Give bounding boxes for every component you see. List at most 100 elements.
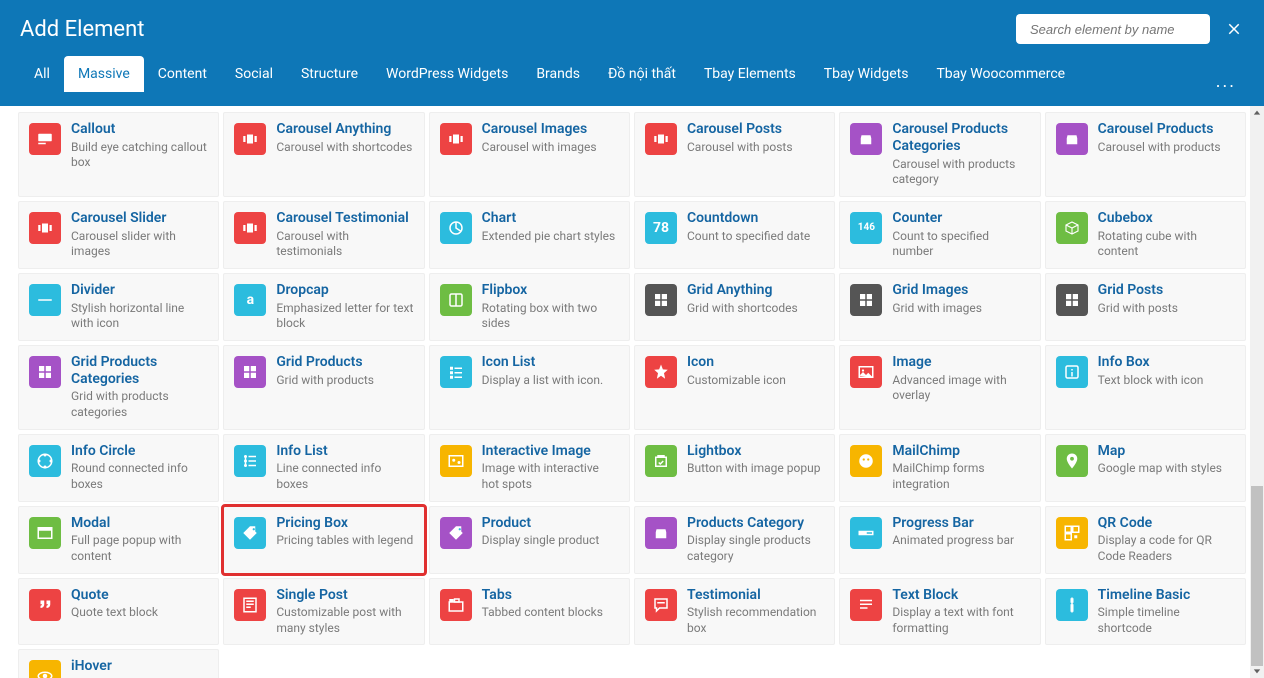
element-desc: Carousel slider with images [71, 229, 208, 260]
element-desc: Display a text with font formatting [892, 605, 1029, 636]
search-input[interactable] [1030, 22, 1208, 37]
lightbox-icon [645, 445, 677, 477]
star-icon [645, 356, 677, 388]
element-title: Grid Posts [1098, 282, 1178, 299]
element-counter[interactable]: 146CounterCount to specified number [839, 201, 1040, 269]
element-desc: Advanced image with overlay [892, 373, 1029, 404]
element-grid-products[interactable]: Grid ProductsGrid with products [223, 345, 424, 430]
element-callout[interactable]: CalloutBuild eye catching callout box [18, 112, 219, 197]
element-info-list[interactable]: Info ListLine connected info boxes [223, 434, 424, 502]
element-map[interactable]: MapGoogle map with styles [1045, 434, 1246, 502]
element-single-post[interactable]: Single PostCustomizable post with many s… [223, 578, 424, 646]
tab-structure[interactable]: Structure [287, 56, 372, 92]
element-dropcap[interactable]: aDropcapEmphasized letter for text block [223, 273, 424, 341]
element-title: Products Category [687, 515, 824, 532]
element-info-circle[interactable]: Info CircleRound connected info boxes [18, 434, 219, 502]
tag-icon [440, 517, 472, 549]
element-progress-bar[interactable]: Progress BarAnimated progress bar [839, 506, 1040, 574]
scrollbar-thumb[interactable] [1251, 486, 1263, 666]
element-divider[interactable]: DividerStylish horizontal line with icon [18, 273, 219, 341]
element-carousel-products-categories[interactable]: Carousel Products CategoriesCarousel wit… [839, 112, 1040, 197]
scrollbar[interactable] [1250, 106, 1264, 678]
element-desc: Carousel with images [482, 140, 597, 156]
element-title: Carousel Anything [276, 121, 412, 138]
close-icon [1225, 20, 1243, 38]
elements-grid: CalloutBuild eye catching callout boxCar… [18, 112, 1246, 678]
element-timeline-basic[interactable]: Timeline BasicSimple timeline shortcode [1045, 578, 1246, 646]
tab-content[interactable]: Content [144, 56, 221, 92]
element-desc: Carousel with testimonials [276, 229, 413, 260]
element-modal[interactable]: ModalFull page popup with content [18, 506, 219, 574]
post-icon [234, 589, 266, 621]
element-carousel-products[interactable]: Carousel ProductsCarousel with products [1045, 112, 1246, 197]
element-desc: Display a list with icon. [482, 373, 603, 389]
tab-brands[interactable]: Brands [522, 56, 594, 92]
search-box[interactable] [1016, 14, 1210, 44]
element-desc: Stylish recommendation box [687, 605, 824, 636]
element-carousel-anything[interactable]: Carousel AnythingCarousel with shortcode… [223, 112, 424, 197]
close-button[interactable] [1224, 19, 1244, 39]
grid-icon [29, 356, 61, 388]
element-countdown[interactable]: 78CountdownCount to specified date [634, 201, 835, 269]
element-carousel-posts[interactable]: Carousel PostsCarousel with posts [634, 112, 835, 197]
element-grid-products-categories[interactable]: Grid Products CategoriesGrid with produc… [18, 345, 219, 430]
element-text-block[interactable]: Text BlockDisplay a text with font forma… [839, 578, 1040, 646]
element-chart[interactable]: ChartExtended pie chart styles [429, 201, 630, 269]
element-mailchimp[interactable]: MailChimpMailChimp forms integration [839, 434, 1040, 502]
grid-icon [645, 284, 677, 316]
element-grid-anything[interactable]: Grid AnythingGrid with shortcodes [634, 273, 835, 341]
element-desc: Simple timeline shortcode [1098, 605, 1235, 636]
tabs-more-icon[interactable]: ... [1216, 71, 1244, 92]
element-grid-posts[interactable]: Grid PostsGrid with posts [1045, 273, 1246, 341]
interactive-icon [440, 445, 472, 477]
element-icon[interactable]: IconCustomizable icon [634, 345, 835, 430]
header: Add Element AllMassiveContentSocialStruc… [0, 0, 1264, 106]
element-desc: Line connected info boxes [276, 461, 413, 492]
element-ihover[interactable]: iHoveriHover with different animations [18, 649, 219, 678]
element-title: Icon [687, 354, 786, 371]
element-desc: Image with interactive hot spots [482, 461, 619, 492]
tab-tbay-elements[interactable]: Tbay Elements [690, 56, 810, 92]
element-cubebox[interactable]: CubeboxRotating cube with content [1045, 201, 1246, 269]
element-carousel-slider[interactable]: Carousel SliderCarousel slider with imag… [18, 201, 219, 269]
tab-đồ-nội-thất[interactable]: Đồ nội thất [594, 56, 690, 92]
element-flipbox[interactable]: FlipboxRotating box with two sides [429, 273, 630, 341]
tab-tbay-widgets[interactable]: Tbay Widgets [810, 56, 923, 92]
element-qr-code[interactable]: QR CodeDisplay a code for QR Code Reader… [1045, 506, 1246, 574]
element-pricing-box[interactable]: Pricing BoxPricing tables with legend [223, 506, 424, 574]
tab-all[interactable]: All [20, 56, 64, 92]
element-lightbox[interactable]: LightboxButton with image popup [634, 434, 835, 502]
scroll-down-icon[interactable] [1250, 664, 1264, 678]
element-info-box[interactable]: Info BoxText block with icon [1045, 345, 1246, 430]
tab-wordpress-widgets[interactable]: WordPress Widgets [372, 56, 522, 92]
element-products-category[interactable]: Products CategoryDisplay single products… [634, 506, 835, 574]
tab-massive[interactable]: Massive [64, 56, 144, 92]
element-title: MailChimp [892, 443, 1029, 460]
element-icon-list[interactable]: Icon ListDisplay a list with icon. [429, 345, 630, 430]
element-title: Info List [276, 443, 413, 460]
element-desc: Customizable post with many styles [276, 605, 413, 636]
element-title: Progress Bar [892, 515, 1014, 532]
infocircle-icon [29, 445, 61, 477]
tab-tbay-woocommerce[interactable]: Tbay Woocommerce [922, 56, 1079, 92]
element-desc: Quote text block [71, 605, 158, 621]
element-desc: Round connected info boxes [71, 461, 208, 492]
element-interactive-image[interactable]: Interactive ImageImage with interactive … [429, 434, 630, 502]
tab-social[interactable]: Social [221, 56, 287, 92]
element-image[interactable]: ImageAdvanced image with overlay [839, 345, 1040, 430]
grid-icon [1056, 284, 1088, 316]
carousel-icon [29, 212, 61, 244]
element-tabs[interactable]: TabsTabbed content blocks [429, 578, 630, 646]
element-product[interactable]: ProductDisplay single product [429, 506, 630, 574]
element-carousel-images[interactable]: Carousel ImagesCarousel with images [429, 112, 630, 197]
element-quote[interactable]: QuoteQuote text block [18, 578, 219, 646]
element-title: Grid Products [276, 354, 374, 371]
mailchimp-icon [850, 445, 882, 477]
element-title: Quote [71, 587, 158, 604]
scroll-up-icon[interactable] [1250, 106, 1264, 120]
element-grid-images[interactable]: Grid ImagesGrid with images [839, 273, 1040, 341]
badge146-icon: 146 [850, 212, 882, 244]
element-carousel-testimonial[interactable]: Carousel TestimonialCarousel with testim… [223, 201, 424, 269]
callout-icon [29, 123, 61, 155]
element-testimonial[interactable]: TestimonialStylish recommendation box [634, 578, 835, 646]
